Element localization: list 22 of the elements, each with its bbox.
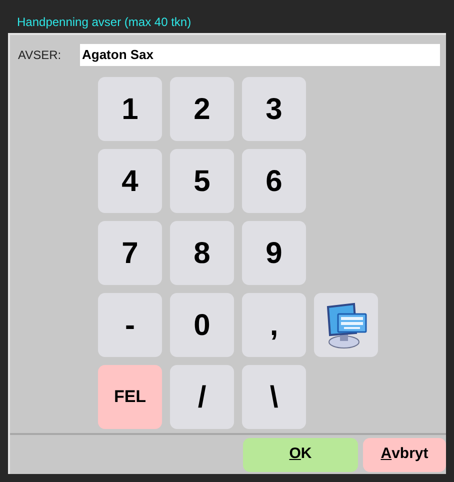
ok-button[interactable]: OK [243, 438, 358, 472]
key-button[interactable]: , [242, 293, 306, 357]
key-button[interactable]: 2 [170, 77, 234, 141]
key-button[interactable]: 5 [170, 149, 234, 213]
key-button[interactable]: 6 [242, 149, 306, 213]
key-button[interactable]: 3 [242, 77, 306, 141]
key-button[interactable]: 9 [242, 221, 306, 285]
key-button[interactable]: 0 [170, 293, 234, 357]
field-label: AVSER: [18, 47, 62, 64]
clear-button[interactable]: FEL [98, 365, 162, 429]
window-title: Handpenning avser (max 40 tkn) [17, 16, 192, 28]
cancel-button[interactable]: Avbryt [363, 438, 446, 472]
keyboard-monitor-icon [324, 301, 368, 349]
key-button[interactable]: / [170, 365, 234, 429]
input-field[interactable]: Agaton Sax [80, 44, 440, 66]
keyboard-button[interactable] [314, 293, 378, 357]
key-button[interactable]: 1 [98, 77, 162, 141]
key-button[interactable]: - [98, 293, 162, 357]
key-button[interactable]: 7 [98, 221, 162, 285]
key-button[interactable]: \ [242, 365, 306, 429]
key-button[interactable]: 8 [170, 221, 234, 285]
key-button[interactable]: 4 [98, 149, 162, 213]
